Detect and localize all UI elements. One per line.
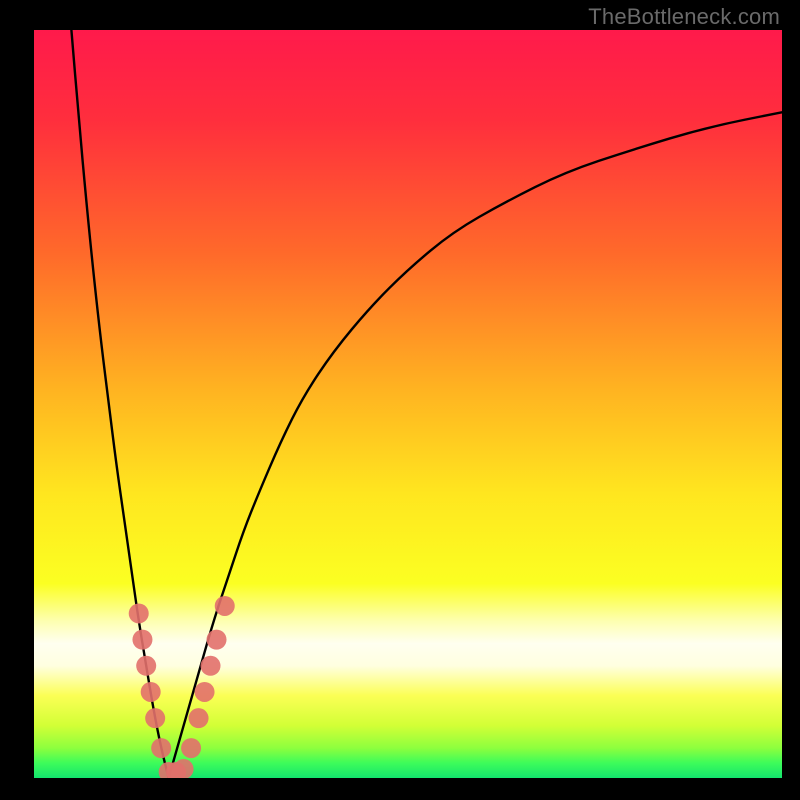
data-marker xyxy=(145,708,165,728)
plot-area xyxy=(34,30,782,778)
data-marker xyxy=(189,708,209,728)
data-marker xyxy=(132,630,152,650)
data-marker xyxy=(181,738,201,758)
data-marker xyxy=(151,738,171,758)
data-marker xyxy=(207,630,227,650)
data-marker xyxy=(195,682,215,702)
watermark-text: TheBottleneck.com xyxy=(588,4,780,30)
chart-frame: TheBottleneck.com xyxy=(0,0,800,800)
data-marker xyxy=(174,759,194,778)
data-marker xyxy=(129,603,149,623)
data-marker xyxy=(141,682,161,702)
data-marker xyxy=(136,656,156,676)
data-marker xyxy=(215,596,235,616)
bottleneck-curve xyxy=(34,30,782,778)
data-marker xyxy=(201,656,221,676)
curve-right-branch xyxy=(169,112,782,778)
